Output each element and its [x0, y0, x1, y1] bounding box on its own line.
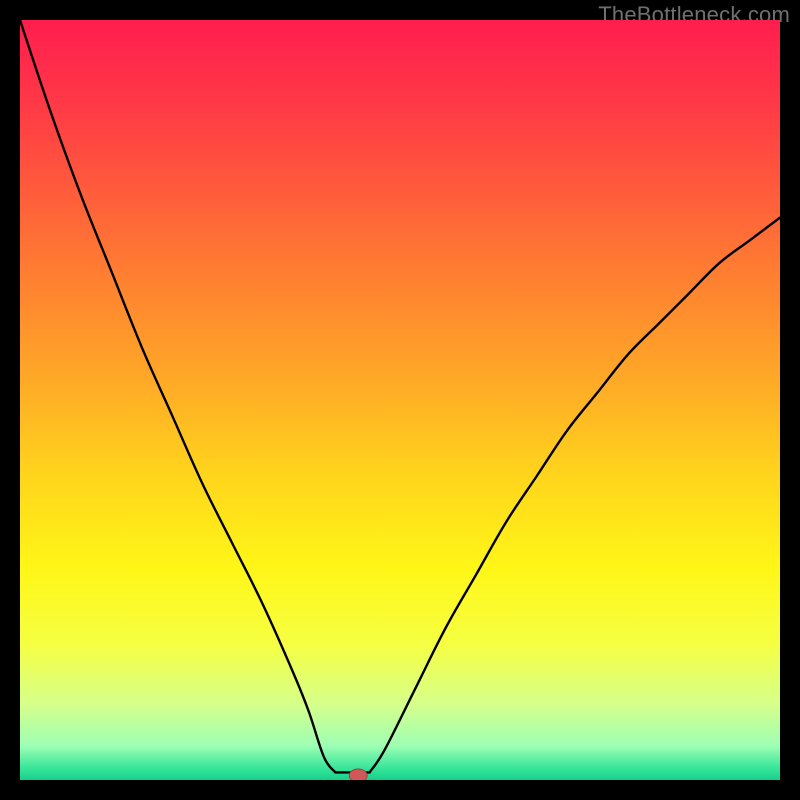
plot-area — [20, 20, 780, 780]
chart-frame: TheBottleneck.com — [0, 0, 800, 800]
gradient-background — [20, 20, 780, 780]
minimum-marker — [349, 769, 367, 780]
chart-svg — [20, 20, 780, 780]
